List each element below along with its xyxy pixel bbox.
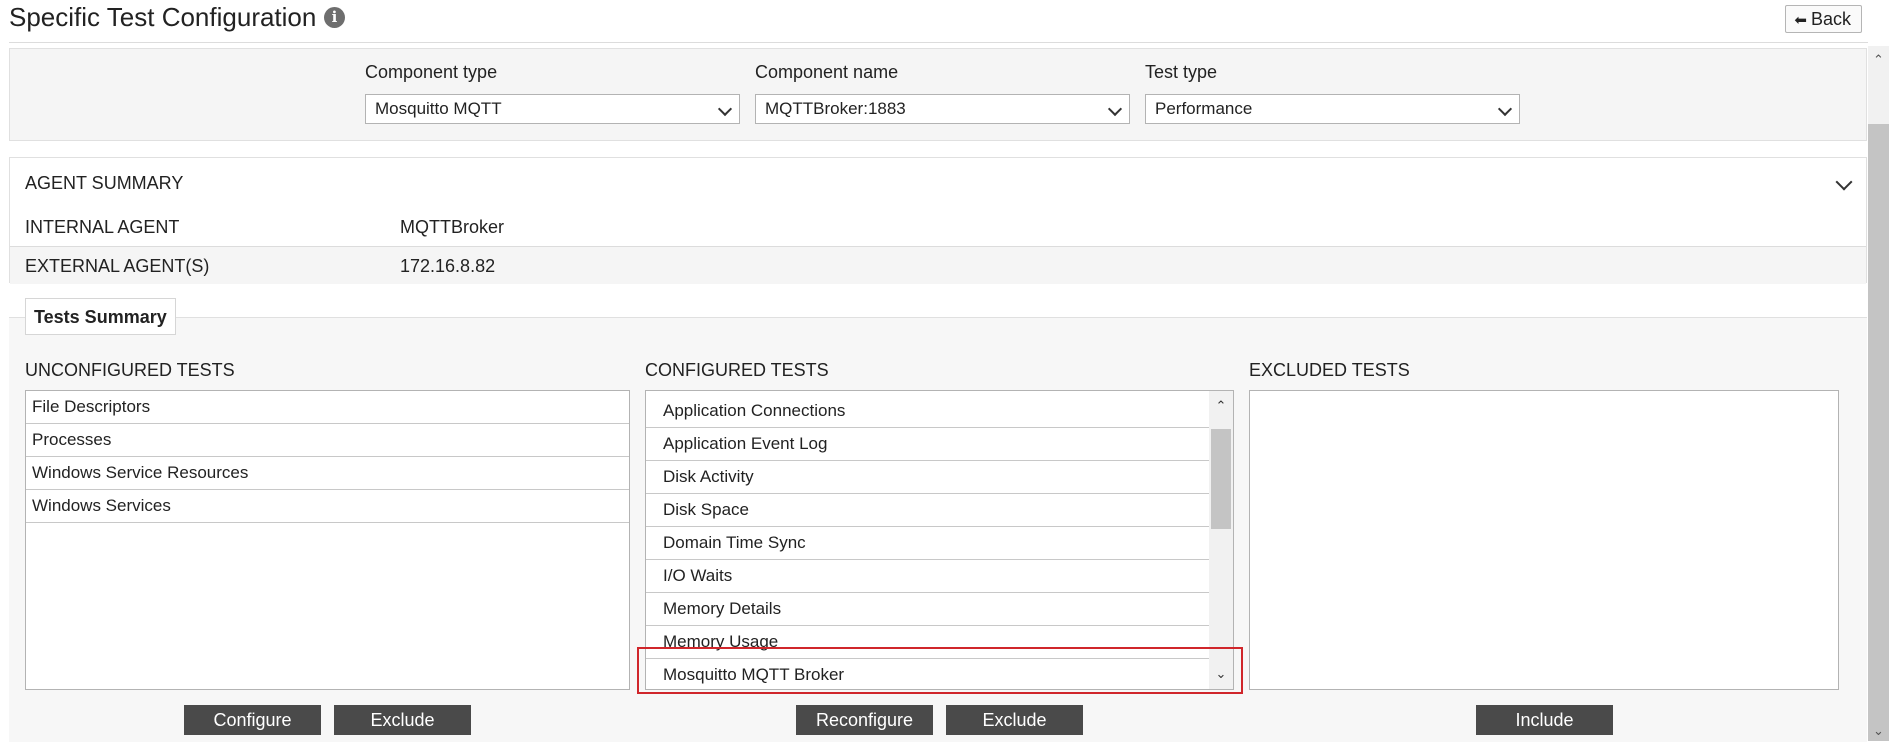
- list-item[interactable]: Application Connections: [646, 395, 1209, 428]
- unconfigured-tests-title: UNCONFIGURED TESTS: [25, 360, 235, 380]
- back-button-label: Back: [1810, 9, 1851, 29]
- chevron-up-icon[interactable]: ⌃: [1209, 395, 1233, 417]
- info-icon[interactable]: i: [324, 7, 345, 28]
- list-item[interactable]: Windows Service Resources: [26, 457, 629, 490]
- configured-tests-title: CONFIGURED TESTS: [645, 360, 829, 380]
- list-item[interactable]: Domain Time Sync: [646, 527, 1209, 560]
- page-title: Specific Test Configuration: [9, 2, 317, 32]
- internal-agent-value: MQTTBroker: [400, 217, 505, 237]
- list-item[interactable]: Memory Details: [646, 593, 1209, 626]
- chevron-down-icon: [1107, 101, 1123, 117]
- scroll-down-icon[interactable]: ⌄: [1868, 721, 1889, 741]
- chevron-down-icon: [1497, 101, 1513, 117]
- internal-agent-row: INTERNAL AGENT MQTTBroker: [10, 208, 1866, 245]
- list-item[interactable]: Processes: [26, 424, 629, 457]
- internal-agent-key: INTERNAL AGENT: [25, 217, 180, 237]
- exclude-configured-button[interactable]: Exclude: [946, 705, 1083, 735]
- tab-tests-summary[interactable]: Tests Summary: [25, 298, 176, 335]
- component-name-select[interactable]: MQTTBroker:1883: [755, 94, 1130, 124]
- list-item[interactable]: File Descriptors: [26, 391, 629, 424]
- list-item[interactable]: Disk Activity: [646, 461, 1209, 494]
- list-item-mosquitto-mqtt-broker[interactable]: Mosquitto MQTT Broker: [646, 659, 1209, 689]
- page-scrollbar-thumb[interactable]: [1868, 124, 1889, 741]
- external-agent-row: EXTERNAL AGENT(S) 172.16.8.82: [10, 246, 1866, 284]
- excluded-tests-title: EXCLUDED TESTS: [1249, 360, 1410, 380]
- list-item[interactable]: Disk Space: [646, 494, 1209, 527]
- agent-summary-panel: AGENT SUMMARY INTERNAL AGENT MQTTBroker …: [9, 157, 1867, 284]
- back-button[interactable]: ⬅ Back: [1785, 5, 1862, 33]
- component-type-select[interactable]: Mosquitto MQTT: [365, 94, 740, 124]
- page-scrollbar[interactable]: ⌃ ⌄: [1868, 46, 1889, 741]
- list-item[interactable]: Windows Services: [26, 490, 629, 523]
- component-type-label: Component type: [365, 62, 498, 82]
- test-type-value: Performance: [1155, 99, 1253, 118]
- unconfigured-tests-list[interactable]: File Descriptors Processes Windows Servi…: [25, 390, 630, 690]
- page-header: Specific Test Configuration i ⬅ Back: [0, 0, 1868, 42]
- test-type-select[interactable]: Performance: [1145, 94, 1520, 124]
- configured-list-scrollbar[interactable]: ⌃ ⌄: [1209, 391, 1233, 689]
- header-divider: [9, 42, 1868, 43]
- configured-list-scrollbar-thumb[interactable]: [1211, 429, 1231, 529]
- excluded-tests-list[interactable]: [1249, 390, 1839, 690]
- include-button[interactable]: Include: [1476, 705, 1613, 735]
- exclude-unconfigured-button[interactable]: Exclude: [334, 705, 471, 735]
- component-type-value: Mosquitto MQTT: [375, 99, 502, 118]
- external-agent-key: EXTERNAL AGENT(S): [25, 256, 210, 276]
- scroll-up-icon[interactable]: ⌃: [1868, 50, 1889, 70]
- agent-summary-title: AGENT SUMMARY: [25, 173, 184, 193]
- chevron-down-icon[interactable]: [1835, 173, 1853, 191]
- component-name-label: Component name: [755, 62, 899, 82]
- reconfigure-button[interactable]: Reconfigure: [796, 705, 933, 735]
- external-agent-value: 172.16.8.82: [400, 256, 496, 276]
- configured-tests-list[interactable]: Application Connections Application Even…: [645, 390, 1234, 690]
- component-name-value: MQTTBroker:1883: [765, 99, 906, 118]
- chevron-down-icon[interactable]: ⌄: [1209, 663, 1233, 685]
- chevron-down-icon: [717, 101, 733, 117]
- list-item[interactable]: Application Event Log: [646, 428, 1209, 461]
- list-item[interactable]: I/O Waits: [646, 560, 1209, 593]
- list-item[interactable]: Memory Usage: [646, 626, 1209, 659]
- reply-arrow-icon: ⬅: [1794, 12, 1807, 29]
- configure-button[interactable]: Configure: [184, 705, 321, 735]
- test-type-label: Test type: [1145, 62, 1218, 82]
